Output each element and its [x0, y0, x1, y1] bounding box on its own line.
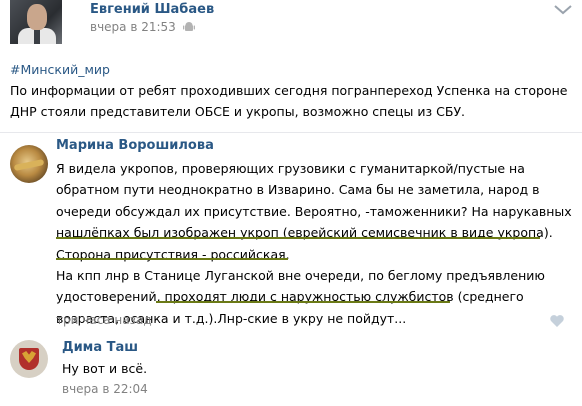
comment-line: удостоверений, проходят люди с наружност… — [56, 289, 524, 305]
comment: Марина Ворошилова Я видела укропов, пров… — [0, 133, 582, 333]
comment-author-name[interactable]: Дима Таш — [62, 340, 138, 355]
highlight-underline — [56, 237, 540, 239]
post-author-name[interactable]: Евгений Шабаев — [90, 2, 214, 17]
comment-line: Сторона присутствия - российская. — [56, 246, 290, 262]
comment-line: очереди обсуждал их присутствие. Вероятн… — [56, 203, 572, 219]
hashtag-link[interactable]: #Минский_мир — [10, 59, 575, 80]
avatar-detail — [13, 158, 45, 172]
highlight-underline — [156, 301, 450, 303]
post-timestamp[interactable]: вчера в 21:53 — [90, 20, 176, 34]
chevron-down-icon[interactable] — [552, 2, 574, 16]
post-header: Евгений Шабаев вчера в 21:53 — [0, 0, 582, 44]
comment-timestamp[interactable]: три часа назад — [56, 313, 152, 327]
avatar-tie — [34, 29, 40, 44]
avatar[interactable] — [10, 340, 48, 378]
comment-author-name[interactable]: Марина Ворошилова — [56, 138, 214, 153]
comment-line: На кпп лнр в Станице Луганской вне очере… — [56, 268, 545, 284]
android-icon — [183, 21, 195, 33]
avatar-face — [27, 4, 47, 30]
highlight-underline — [56, 258, 288, 260]
comment-line: Я видела укропов, проверяющих грузовики … — [56, 161, 525, 176]
avatar[interactable] — [10, 0, 62, 44]
post-body: #Минский_мир По информации от ребят прох… — [10, 59, 575, 122]
comment-text: Ну вот и всё. — [62, 361, 148, 376]
comment-line: обратном пути неоднократно в Изварино. С… — [56, 182, 540, 198]
comment-text: Я видела укропов, проверяющих грузовики … — [56, 158, 576, 329]
post-text: По информации от ребят проходивших сегод… — [10, 83, 568, 119]
comment-timestamp[interactable]: вчера в 22:04 — [62, 382, 148, 396]
heart-icon[interactable] — [549, 313, 565, 327]
avatar[interactable] — [10, 145, 48, 183]
comment-line: нашлёпках был изображен укроп (еврейский… — [56, 225, 553, 241]
comment: Дима Таш Ну вот и всё. вчера в 22:04 — [0, 330, 582, 406]
